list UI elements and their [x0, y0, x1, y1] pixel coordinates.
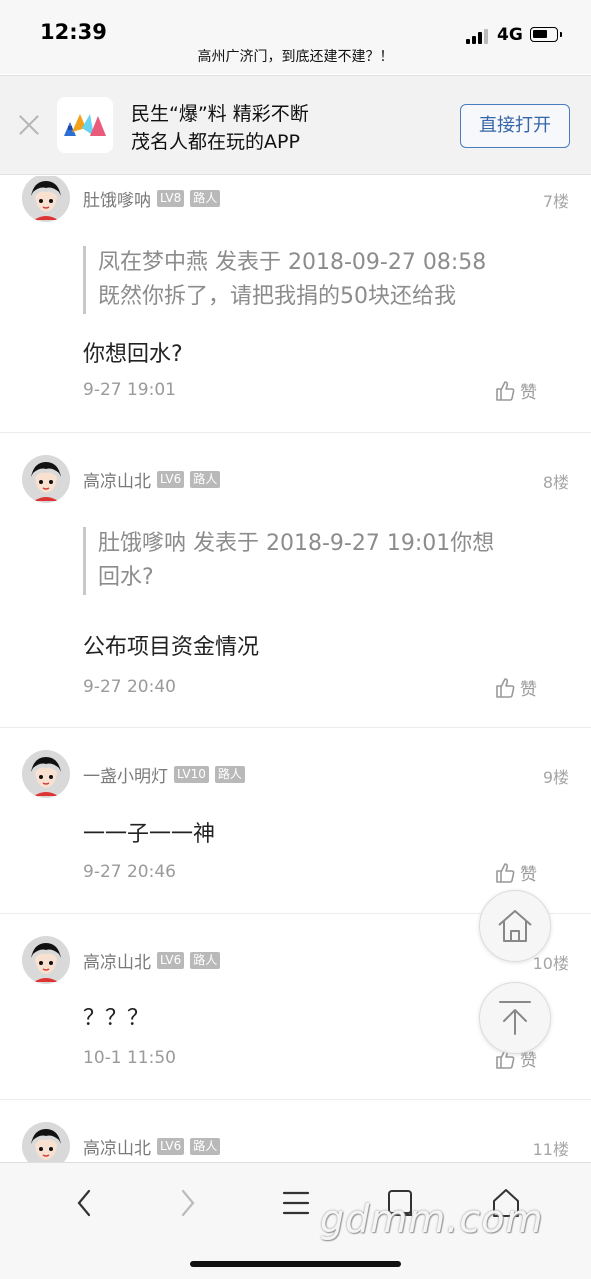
user-line: 高凉山北 LV6 路人	[83, 467, 221, 492]
back-arrow-icon	[77, 1189, 91, 1217]
thumbs-up-icon	[496, 677, 515, 698]
comment-content: 你想回水?	[83, 342, 183, 367]
user-line: 一盏小明灯 LV10 路人	[83, 762, 245, 787]
forward-arrow-icon	[181, 1189, 195, 1217]
thumbs-up-icon	[496, 380, 515, 401]
back-to-top-icon	[499, 1001, 531, 1035]
menu-button[interactable]	[274, 1181, 318, 1225]
floor-number: 11楼	[532, 1140, 569, 1159]
app-banner: 民生“爆”料 精彩不断 茂名人都在玩的APP 直接打开	[0, 75, 591, 175]
signal-icon	[466, 28, 492, 44]
home-button[interactable]	[479, 890, 551, 962]
comment-time: 10-1 11:50	[83, 1048, 176, 1068]
app-logo	[57, 97, 113, 153]
like-label: 赞	[520, 680, 537, 700]
level-badge: LV10	[174, 766, 209, 783]
like-label: 赞	[520, 865, 537, 885]
quote-block: 凤在梦中燕 发表于 2018-09-27 08:58 既然你拆了，请把我捐的50…	[83, 246, 553, 314]
battery-icon	[530, 27, 562, 42]
floor-number: 8楼	[542, 473, 569, 492]
like-button[interactable]: 赞	[494, 675, 537, 700]
comment-time: 9-27 20:46	[83, 862, 176, 882]
close-icon[interactable]	[14, 110, 44, 140]
avatar[interactable]	[22, 750, 70, 798]
forward-button[interactable]	[166, 1181, 210, 1225]
username[interactable]: 肚饿嗲呐	[83, 186, 151, 211]
like-button[interactable]: 赞	[494, 860, 537, 885]
avatar[interactable]	[22, 936, 70, 984]
status-time: 12:39	[40, 20, 107, 44]
avatar[interactable]	[22, 176, 70, 222]
back-to-top-button[interactable]	[479, 982, 551, 1054]
level-badge: LV6	[157, 952, 185, 969]
like-button[interactable]: 赞	[494, 378, 537, 403]
open-app-button[interactable]: 直接打开	[460, 104, 570, 148]
role-badge: 路人	[190, 471, 221, 488]
avatar[interactable]	[22, 1122, 70, 1162]
menu-icon	[282, 1191, 310, 1215]
comment-time: 9-27 19:01	[83, 380, 176, 400]
user-line: 肚饿嗲呐 LV8 路人	[83, 186, 221, 211]
like-label: 赞	[520, 383, 537, 403]
browser-toolbar: gdmm.com	[0, 1162, 591, 1279]
status-bar: 12:39 4G	[0, 0, 591, 48]
comment-item: 高凉山北 LV6 路人 8楼 肚饿嗲呐 发表于 2018-9-27 19:01你…	[0, 433, 591, 728]
username[interactable]: 一盏小明灯	[83, 762, 168, 787]
page-title-bar: 高州广济门，到底还建不建？！	[0, 44, 591, 74]
comment-item: 高凉山北 LV6 路人 11楼	[0, 1100, 591, 1162]
comment-item: 一盏小明灯 LV10 路人 9楼 一一子一一神 9-27 20:46 赞	[0, 728, 591, 914]
role-badge: 路人	[190, 190, 221, 207]
level-badge: LV6	[157, 471, 185, 488]
floor-number: 7楼	[542, 192, 569, 211]
comment-content: 一一子一一神	[83, 822, 216, 847]
home-icon	[498, 910, 532, 942]
avatar[interactable]	[22, 455, 70, 503]
page-title: 高州广济门，到底还建不建？！	[197, 49, 394, 65]
level-badge: LV6	[157, 1138, 185, 1155]
floor-number: 9楼	[542, 768, 569, 787]
quote-block: 肚饿嗲呐 发表于 2018-9-27 19:01你想 回水?	[83, 527, 553, 595]
user-line: 高凉山北 LV6 路人	[83, 1134, 221, 1159]
role-badge: 路人	[190, 1138, 221, 1155]
username[interactable]: 高凉山北	[83, 467, 151, 492]
level-badge: LV8	[157, 190, 185, 207]
role-badge: 路人	[214, 766, 245, 783]
username[interactable]: 高凉山北	[83, 948, 151, 973]
role-badge: 路人	[190, 952, 221, 969]
banner-tagline: 茂名人都在玩的APP	[131, 131, 300, 153]
thumbs-up-icon	[496, 862, 515, 883]
home-indicator	[190, 1261, 401, 1267]
comment-time: 9-27 20:40	[83, 677, 176, 697]
watermark: gdmm.com	[320, 1197, 544, 1241]
comment-content: 公布项目资金情况	[83, 635, 260, 660]
network-type: 4G	[497, 25, 523, 45]
user-line: 高凉山北 LV6 路人	[83, 948, 221, 973]
banner-slogan: 民生“爆”料 精彩不断	[131, 103, 309, 125]
comment-item: 肚饿嗲呐 LV8 路人 7楼 凤在梦中燕 发表于 2018-09-27 08:5…	[0, 176, 591, 433]
comment-content: ？？？	[83, 1006, 150, 1031]
back-button[interactable]	[62, 1181, 106, 1225]
username[interactable]: 高凉山北	[83, 1134, 151, 1159]
